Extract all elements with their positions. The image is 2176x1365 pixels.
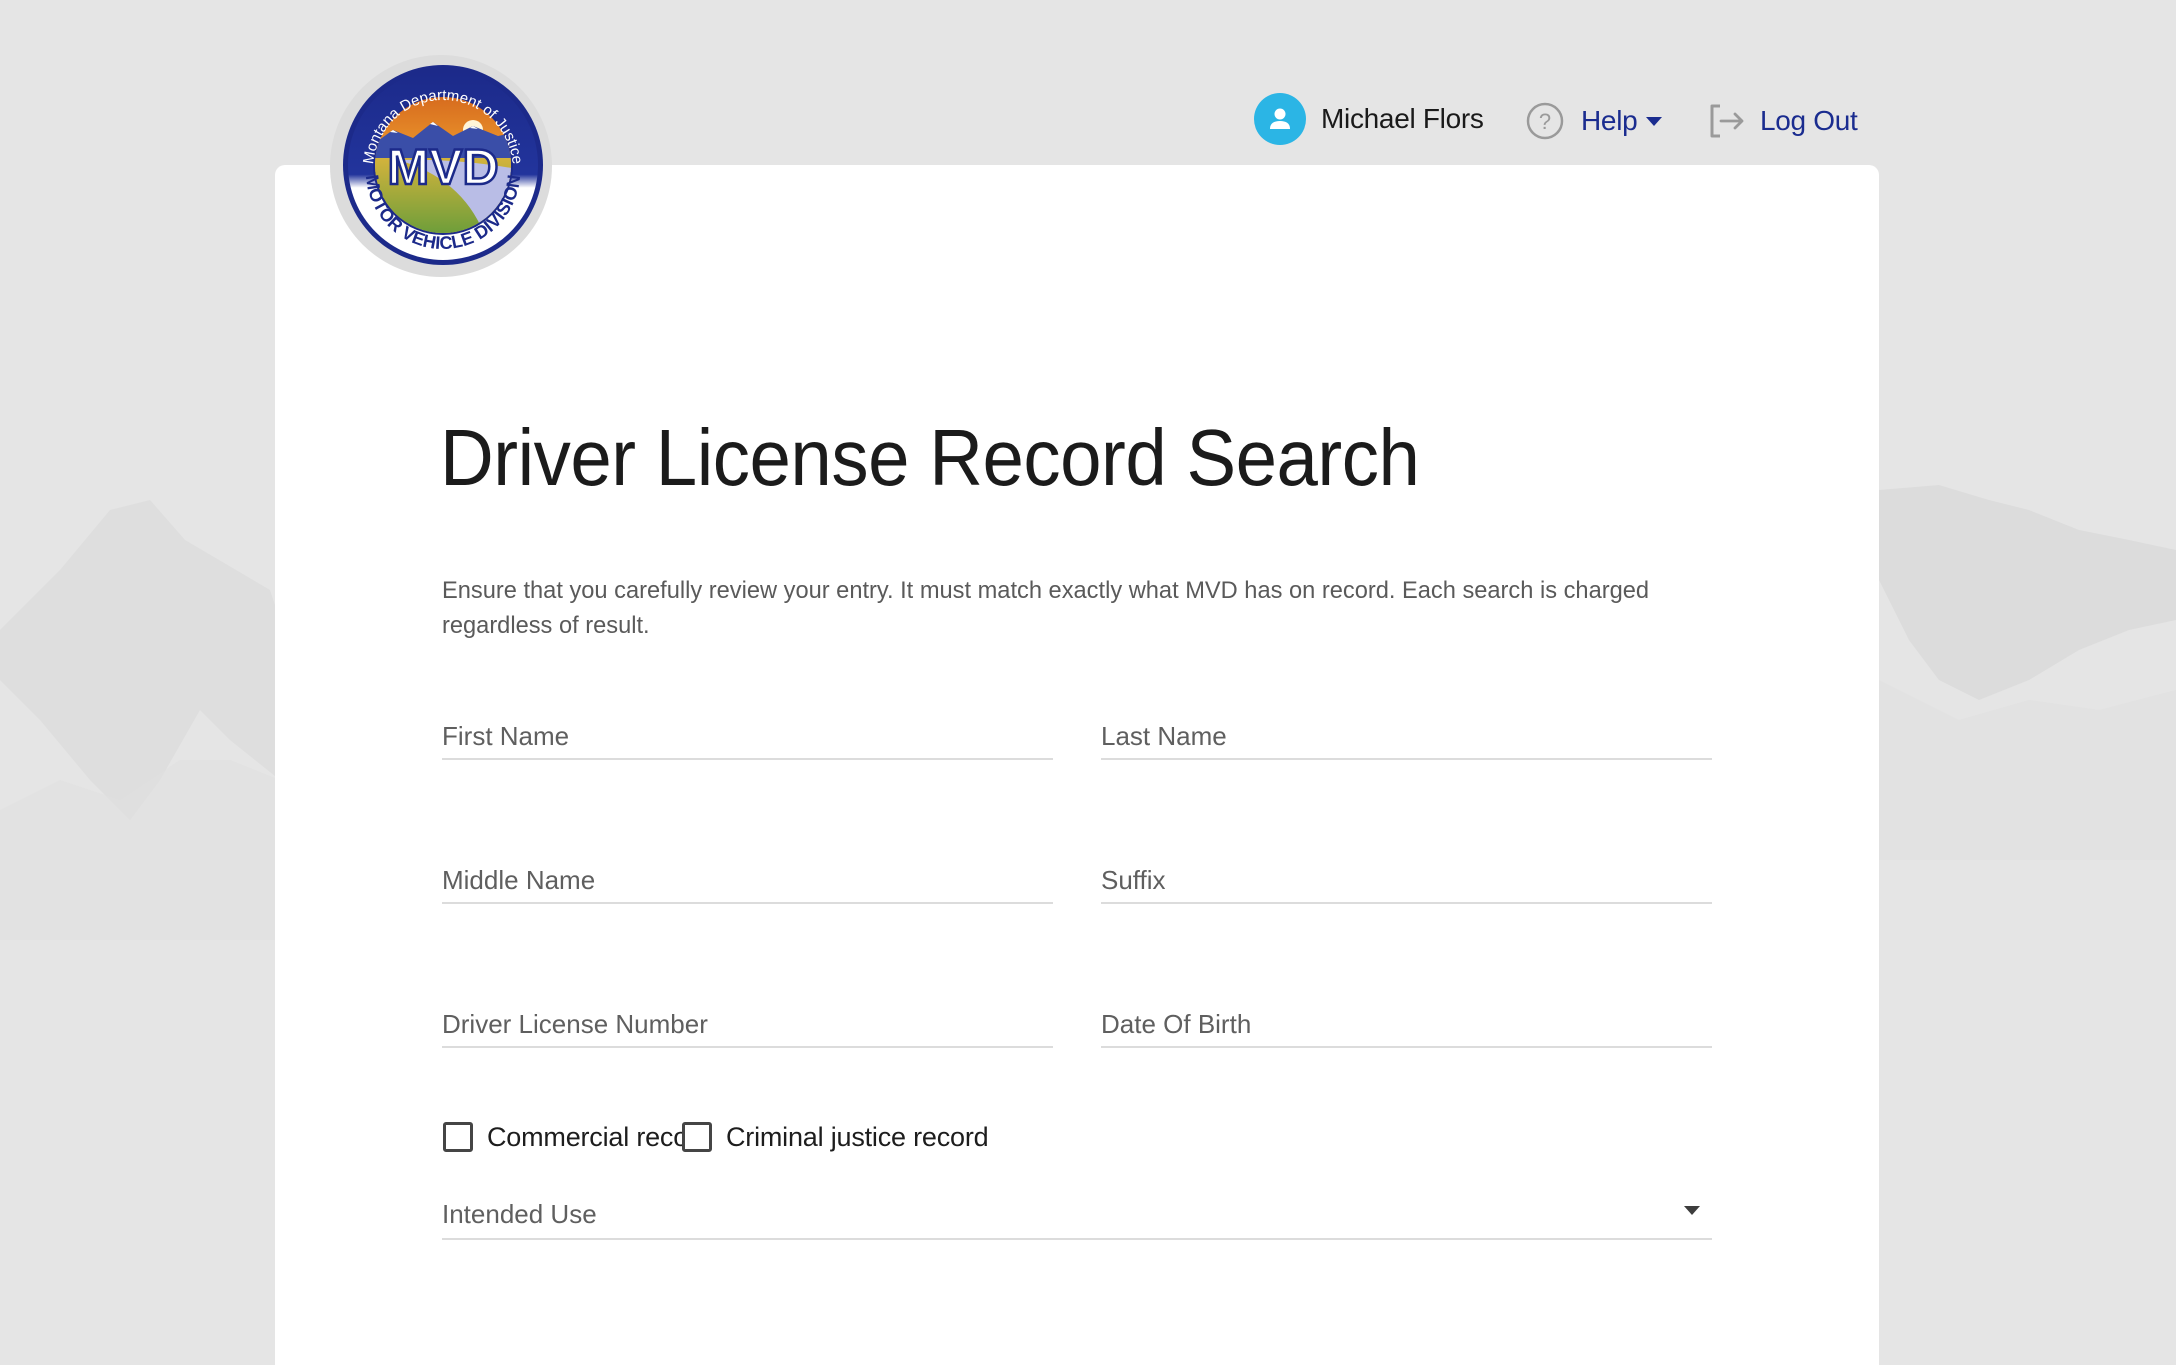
dropdown-arrow-icon[interactable] bbox=[1684, 1206, 1700, 1215]
commercial-record-checkbox[interactable] bbox=[443, 1122, 473, 1152]
logout-icon bbox=[1708, 103, 1746, 139]
last-name-field[interactable] bbox=[1101, 700, 1712, 760]
logout-label: Log Out bbox=[1760, 105, 1858, 137]
user-name: Michael Flors bbox=[1321, 103, 1484, 135]
middle-name-input[interactable] bbox=[442, 865, 1053, 896]
criminal-justice-record-checkbox[interactable] bbox=[682, 1122, 712, 1152]
intended-use-placeholder: Intended Use bbox=[442, 1199, 597, 1230]
logout-button[interactable]: Log Out bbox=[1708, 100, 1858, 142]
intro-text: Ensure that you carefully review your en… bbox=[442, 573, 1713, 643]
background-mountains-left bbox=[0, 480, 280, 940]
first-name-field[interactable] bbox=[442, 700, 1053, 760]
driver-license-number-field[interactable] bbox=[442, 988, 1053, 1048]
page-title: Driver License Record Search bbox=[440, 412, 1419, 504]
driver-license-number-input[interactable] bbox=[442, 1009, 1053, 1040]
help-menu-button[interactable]: ? Help bbox=[1525, 100, 1662, 142]
date-of-birth-input[interactable] bbox=[1101, 1009, 1712, 1040]
middle-name-field[interactable] bbox=[442, 844, 1053, 904]
criminal-justice-record-label[interactable]: Criminal justice record bbox=[726, 1122, 988, 1153]
mvd-logo[interactable]: MVD Montana Department of Justice MOTOR … bbox=[338, 60, 548, 270]
logo-mvd-text: MVD bbox=[387, 139, 498, 195]
help-circle-icon: ? bbox=[1525, 101, 1565, 141]
top-header: Michael Flors ? Help Log Out bbox=[0, 0, 2176, 165]
intended-use-select[interactable]: Intended Use bbox=[442, 1182, 1712, 1240]
last-name-input[interactable] bbox=[1101, 721, 1712, 752]
help-label: Help bbox=[1581, 105, 1637, 137]
first-name-input[interactable] bbox=[442, 721, 1053, 752]
user-avatar-icon bbox=[1254, 93, 1306, 145]
caret-down-icon bbox=[1646, 117, 1662, 126]
suffix-input[interactable] bbox=[1101, 865, 1712, 896]
svg-text:?: ? bbox=[1539, 109, 1551, 134]
commercial-record-label[interactable]: Commercial record bbox=[487, 1122, 712, 1153]
criminal-justice-record-option[interactable]: Criminal justice record bbox=[682, 1120, 988, 1154]
date-of-birth-field[interactable] bbox=[1101, 988, 1712, 1048]
user-menu[interactable]: Michael Flors bbox=[1254, 93, 1484, 145]
commercial-record-option[interactable]: Commercial record bbox=[443, 1120, 712, 1154]
suffix-field[interactable] bbox=[1101, 844, 1712, 904]
background-mountains-right bbox=[1879, 380, 2176, 860]
